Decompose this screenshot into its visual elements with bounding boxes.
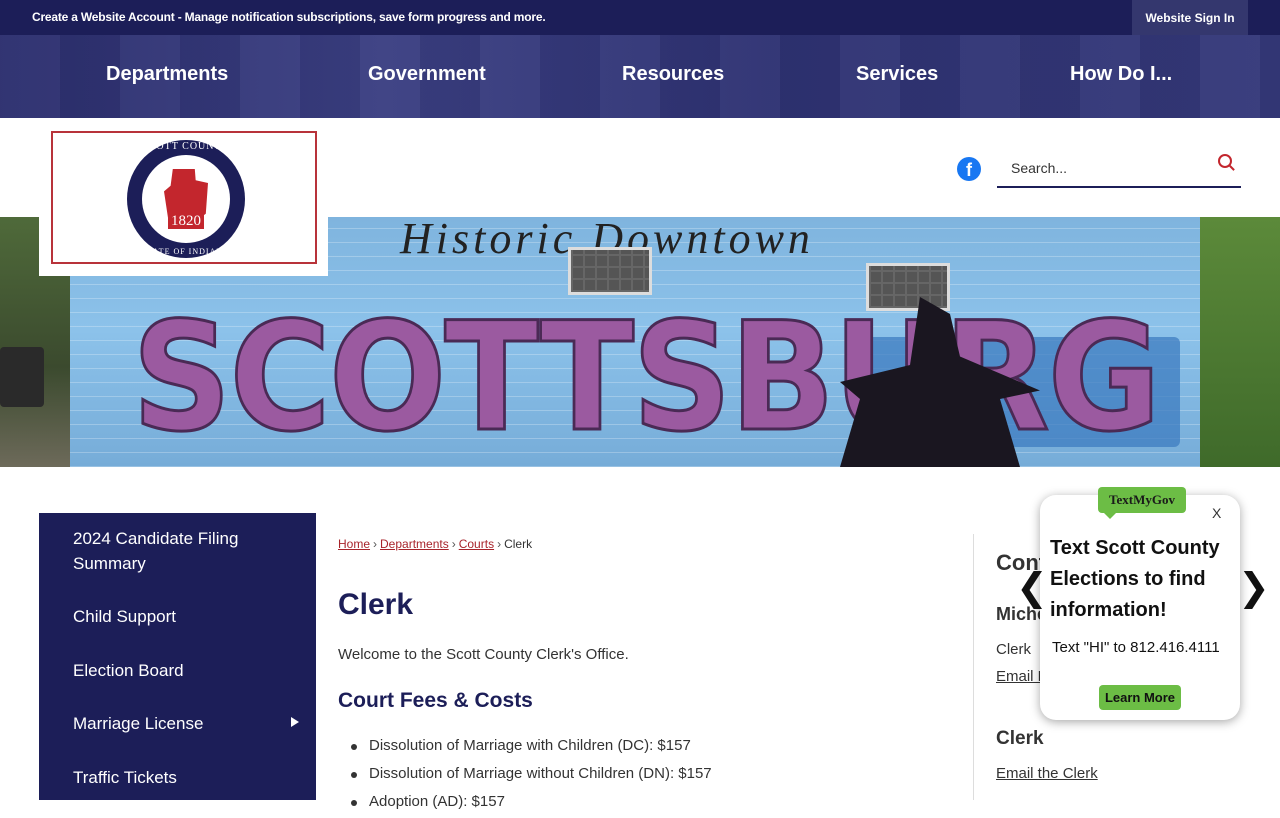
seal-inner: 1820 xyxy=(142,155,230,243)
county-seal: SCOTT COUNTY 1820 STATE OF INDIANA xyxy=(127,140,245,258)
breadcrumb-separator: › xyxy=(373,537,378,551)
side-menu: 2024 Candidate Filing Summary Child Supp… xyxy=(39,513,316,800)
close-icon[interactable]: X xyxy=(1212,505,1221,521)
side-item-child-support[interactable]: Child Support xyxy=(73,604,273,629)
textmygov-popup: TextMyGov X Text Scott County Elections … xyxy=(1040,487,1240,720)
breadcrumb-courts[interactable]: Courts xyxy=(459,537,494,551)
breadcrumb-home[interactable]: Home xyxy=(338,537,370,551)
breadcrumb-current: Clerk xyxy=(504,537,533,551)
nav-services[interactable]: Services xyxy=(856,63,938,86)
nav-government[interactable]: Government xyxy=(368,63,486,86)
contact-role: Clerk xyxy=(996,641,1032,658)
side-item-traffic-tickets[interactable]: Traffic Tickets xyxy=(73,765,273,790)
popup-next-arrow-icon[interactable]: ❯ xyxy=(1238,565,1270,609)
website-sign-in-button[interactable]: Website Sign In xyxy=(1132,0,1248,35)
county-logo[interactable]: SCOTT COUNTY 1820 STATE OF INDIANA xyxy=(39,118,328,276)
side-item-election-board[interactable]: Election Board xyxy=(73,658,273,683)
main-navigation: Departments Government Resources Service… xyxy=(0,35,1280,118)
clerk-email-link[interactable]: Email the Clerk xyxy=(996,765,1098,782)
clerk-heading: Clerk xyxy=(996,728,1044,749)
list-item: Dissolution of Marriage without Children… xyxy=(338,762,712,790)
side-item-candidate-filing[interactable]: 2024 Candidate Filing Summary xyxy=(73,526,273,576)
textmygov-badge: TextMyGov xyxy=(1098,487,1186,519)
popup-body: Text "HI" to 812.416.4111 xyxy=(1052,639,1220,656)
page-title: Clerk xyxy=(338,588,414,621)
search-input[interactable] xyxy=(997,150,1207,186)
breadcrumb: Home › Departments › Courts › Clerk xyxy=(338,537,532,551)
logo-frame: SCOTT COUNTY 1820 STATE OF INDIANA xyxy=(51,131,317,264)
popup-heading: Text Scott County Elections to find info… xyxy=(1050,537,1220,621)
banner-trees-right xyxy=(1200,217,1280,467)
search-box xyxy=(997,150,1241,188)
banner-window xyxy=(568,247,652,295)
seal-year: 1820 xyxy=(168,213,204,229)
nav-resources[interactable]: Resources xyxy=(622,63,724,86)
seal-year-wrap: 1820 xyxy=(142,213,230,230)
side-item-marriage-license[interactable]: Marriage License xyxy=(73,711,273,736)
column-divider xyxy=(973,534,974,800)
utility-bar: Create a Website Account - Manage notifi… xyxy=(0,0,1280,35)
welcome-text: Welcome to the Scott County Clerk's Offi… xyxy=(338,646,629,663)
create-account-link[interactable]: Create a Website Account - Manage notifi… xyxy=(32,10,546,24)
breadcrumb-separator: › xyxy=(497,537,502,551)
popup-prev-arrow-icon[interactable]: ❮ xyxy=(1016,565,1048,609)
breadcrumb-departments[interactable]: Departments xyxy=(380,537,449,551)
nav-how-do-i[interactable]: How Do I... xyxy=(1070,63,1172,86)
fee-list: Dissolution of Marriage with Children (D… xyxy=(338,734,712,818)
learn-more-button[interactable]: Learn More xyxy=(1099,685,1181,710)
banner-truck xyxy=(0,347,44,407)
seal-ring-bottom: STATE OF INDIANA xyxy=(142,247,230,256)
breadcrumb-separator: › xyxy=(451,537,456,551)
expand-arrow-icon[interactable] xyxy=(291,717,299,727)
facebook-icon[interactable]: f xyxy=(957,157,981,181)
search-icon[interactable] xyxy=(1218,154,1232,168)
section-heading: Court Fees & Costs xyxy=(338,689,533,712)
list-item: Adoption (AD): $157 xyxy=(338,790,712,818)
list-item: Dissolution of Marriage with Children (D… xyxy=(338,734,712,762)
nav-departments[interactable]: Departments xyxy=(106,63,228,86)
seal-ring-top: SCOTT COUNTY xyxy=(142,141,230,152)
